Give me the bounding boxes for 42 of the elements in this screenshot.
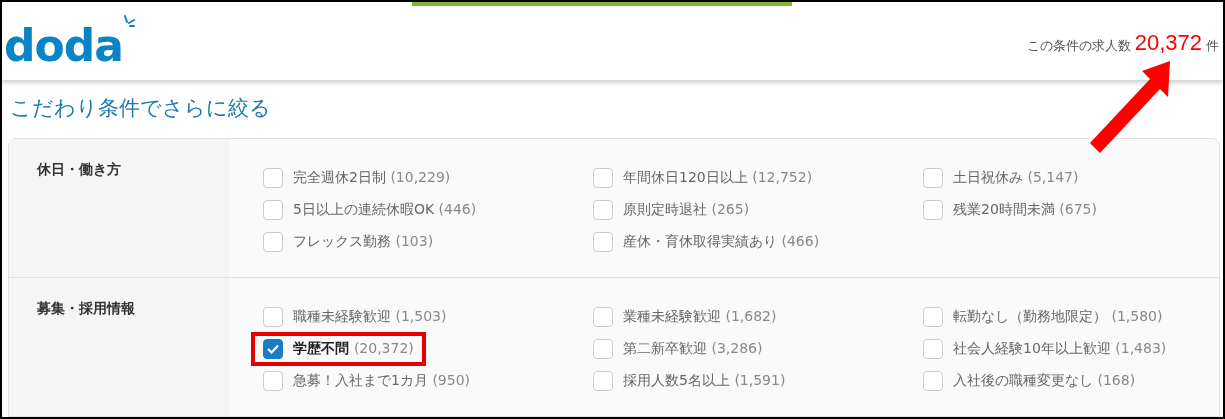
checkbox[interactable] [923,200,943,220]
checkbox[interactable] [263,339,283,359]
option-label[interactable]: 転勤なし（勤務地限定） (1,580) [953,308,1163,326]
option-label[interactable]: 土日祝休み (5,147) [953,169,1079,187]
option-label[interactable]: 採用人数5名以上 (1,591) [623,372,786,390]
check-icon [266,342,280,356]
checkbox[interactable] [263,200,283,220]
checkbox[interactable] [263,168,283,188]
checkbox[interactable] [593,307,613,327]
option-label[interactable]: 学歴不問 (20,372) [293,340,414,358]
option-label[interactable]: 完全週休2日制 (10,229) [293,169,451,187]
result-unit: 件 [1206,37,1219,55]
category-label: 休日・働き方 [9,139,229,277]
option-label[interactable]: 残業20時間未満 (675) [953,201,1097,219]
option-label[interactable]: 年間休日120日以上 (12,752) [623,169,813,187]
option-label[interactable]: 産休・育休取得実績あり (466) [623,233,820,251]
option-label[interactable]: 原則定時退社 (265) [623,201,750,219]
checkbox[interactable] [263,371,283,391]
result-count: 20,372 [1134,30,1202,56]
checkbox[interactable] [923,307,943,327]
option-label[interactable]: 業種未経験歓迎 (1,682) [623,308,777,326]
checkbox[interactable] [593,371,613,391]
section-title: こだわり条件でさらに絞る [9,95,272,122]
checkbox[interactable] [923,339,943,359]
category-label: 募集・採用情報 [9,278,229,416]
checkbox[interactable] [593,168,613,188]
checkbox[interactable] [923,168,943,188]
option-label[interactable]: 社会人経験10年以上歓迎 (1,483) [953,340,1167,358]
checkbox[interactable] [593,339,613,359]
option-label[interactable]: 第二新卒歓迎 (3,286) [623,340,763,358]
checkbox[interactable] [923,371,943,391]
checkbox[interactable] [263,307,283,327]
option-label[interactable]: フレックス勤務 (103) [293,233,434,251]
result-label: この条件の求人数 [1026,37,1131,55]
logo[interactable]: doda [4,24,123,68]
checkbox[interactable] [593,200,613,220]
checkbox[interactable] [263,232,283,252]
checkbox[interactable] [593,232,613,252]
option-label[interactable]: 入社後の職種変更なし (168) [953,372,1136,390]
option-label[interactable]: 急募！入社まで1カ月 (950) [293,372,471,390]
option-label[interactable]: 5日以上の連続休暇OK (446) [293,201,477,219]
option-label[interactable]: 職種未経験歓迎 (1,503) [293,308,447,326]
